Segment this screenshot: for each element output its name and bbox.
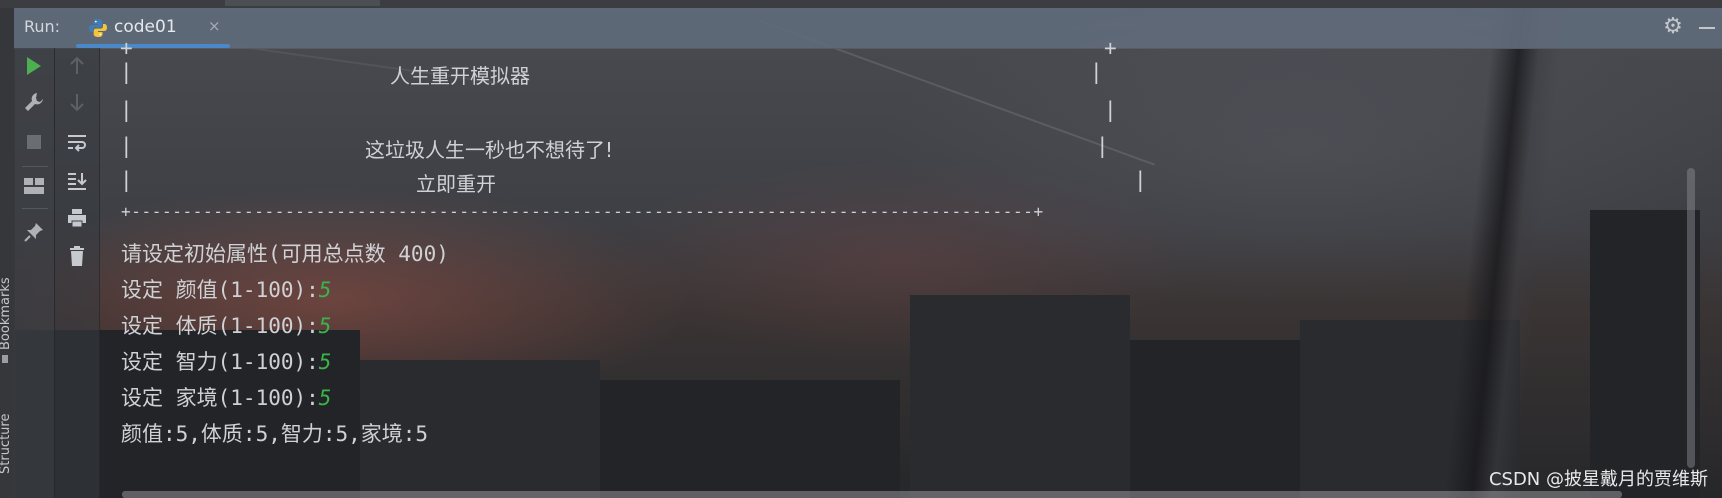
console-setting-line: 设定 体质(1-100):5 bbox=[121, 310, 331, 340]
run-icon[interactable] bbox=[20, 52, 48, 80]
setting-label: 设定 家境(1-100): bbox=[121, 386, 319, 410]
pin-icon[interactable] bbox=[20, 218, 48, 246]
toolbar-separator bbox=[22, 166, 48, 167]
tool-window-stripe: Bookmarks Structure bbox=[0, 8, 15, 498]
scroll-to-end-icon[interactable] bbox=[63, 166, 91, 194]
box-border-left: | bbox=[120, 98, 133, 122]
console-separator: +---------------------------------------… bbox=[121, 202, 1044, 221]
box-border-left: + bbox=[120, 36, 133, 60]
layout-icon[interactable] bbox=[20, 172, 48, 200]
console-setting-line: 设定 颜值(1-100):5 bbox=[121, 274, 331, 304]
tab-code01[interactable]: code01 × bbox=[72, 8, 234, 48]
setting-input-value: 5 bbox=[318, 350, 332, 374]
console-output[interactable]: + + | 人生重开模拟器 | | | | 这垃圾人生一秒也不想待了! | | … bbox=[100, 36, 1688, 488]
close-icon[interactable]: × bbox=[208, 17, 221, 35]
box-border-right: | bbox=[1104, 98, 1117, 122]
setting-label: 设定 颜值(1-100): bbox=[121, 278, 319, 302]
setting-label: 设定 体质(1-100): bbox=[121, 314, 319, 338]
setting-label: 设定 智力(1-100): bbox=[121, 350, 319, 374]
run-toolbar-primary bbox=[14, 48, 55, 498]
structure-tool-button[interactable]: Structure bbox=[0, 414, 13, 474]
setting-input-value: 5 bbox=[318, 314, 332, 338]
down-arrow-icon[interactable] bbox=[63, 88, 91, 116]
setting-input-value: 5 bbox=[318, 278, 332, 302]
console-prompt: 请设定初始属性(可用总点数 400) bbox=[121, 242, 449, 266]
up-arrow-icon[interactable] bbox=[63, 52, 91, 80]
python-icon bbox=[89, 19, 107, 37]
print-icon[interactable] bbox=[63, 204, 91, 232]
toolbar-separator bbox=[22, 208, 48, 209]
box-border-right: | bbox=[1134, 168, 1147, 192]
box-border-right: | bbox=[1096, 134, 1109, 158]
run-toolbar-secondary bbox=[55, 48, 100, 498]
run-tool-window-header: Run: code01 × ⚙ bbox=[14, 8, 1722, 49]
box-border-left: | bbox=[120, 60, 133, 84]
console-setting-line: 设定 智力(1-100):5 bbox=[121, 346, 331, 376]
bookmarks-tool-button[interactable]: Bookmarks bbox=[0, 277, 13, 350]
stop-icon[interactable] bbox=[20, 128, 48, 156]
console-restart: 立即重开 bbox=[416, 172, 496, 196]
vertical-scrollbar[interactable] bbox=[1684, 48, 1698, 488]
soft-wrap-icon[interactable] bbox=[63, 128, 91, 156]
box-border-right: | bbox=[1090, 60, 1103, 84]
bookmark-marker-icon bbox=[2, 355, 8, 363]
trash-icon[interactable] bbox=[63, 242, 91, 270]
horizontal-scrollbar[interactable] bbox=[122, 491, 1622, 498]
run-label: Run: bbox=[24, 17, 61, 36]
top-strip bbox=[0, 0, 1722, 8]
scrollbar-thumb[interactable] bbox=[1687, 168, 1695, 468]
watermark: CSDN @披星戴月的贾维斯 bbox=[1488, 469, 1708, 490]
console-title: 人生重开模拟器 bbox=[390, 64, 530, 88]
box-border-left: | bbox=[120, 168, 133, 192]
wrench-icon[interactable] bbox=[20, 88, 48, 116]
box-border-right: + bbox=[1104, 36, 1117, 60]
console-summary: 颜值:5,体质:5,智力:5,家境:5 bbox=[121, 422, 429, 446]
setting-input-value: 5 bbox=[318, 386, 332, 410]
gear-icon[interactable]: ⚙ bbox=[1660, 14, 1686, 40]
minimize-icon[interactable] bbox=[1694, 14, 1720, 40]
tab-title: code01 bbox=[114, 17, 177, 37]
box-border-left: | bbox=[120, 134, 133, 158]
console-setting-line: 设定 家境(1-100):5 bbox=[121, 382, 331, 412]
console-slogan: 这垃圾人生一秒也不想待了! bbox=[365, 138, 614, 162]
